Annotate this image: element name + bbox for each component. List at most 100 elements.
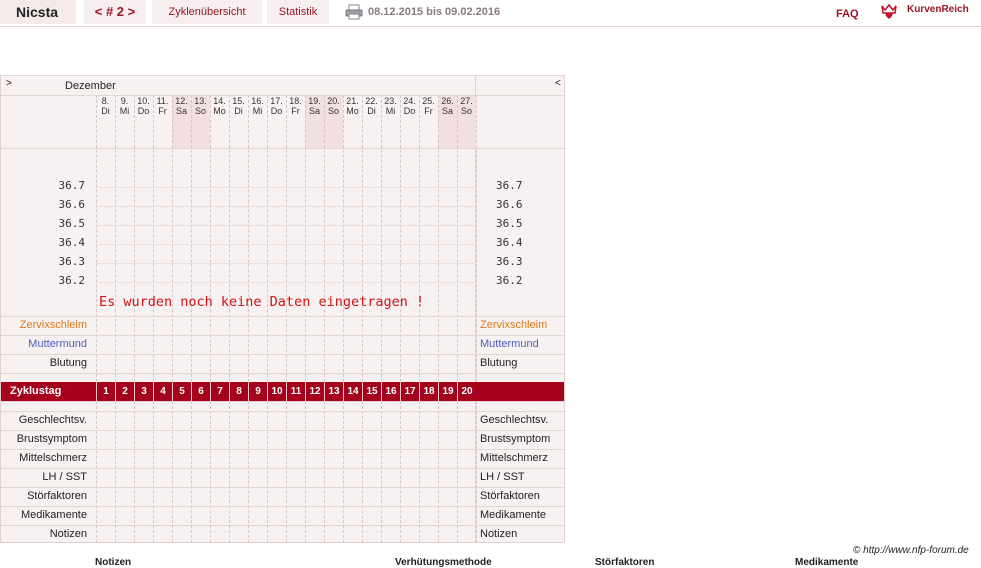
day-header[interactable]: 26. Sa [438, 96, 457, 116]
day-header[interactable]: 8. Di [96, 96, 115, 116]
row-divider [1, 430, 564, 431]
day-number: 16. [251, 96, 264, 106]
zyklustag-cell[interactable]: 13 [324, 382, 343, 401]
day-divider [248, 401, 249, 542]
zyklustag-cell[interactable]: 11 [286, 382, 305, 401]
row-label-left[interactable]: Brustsymptom [1, 433, 87, 445]
row-label-left[interactable]: Mittelschmerz [1, 452, 87, 464]
date-range: 08.12.2015 bis 09.02.2016 [368, 6, 501, 18]
row-divider [1, 373, 564, 374]
zyklustag-cell[interactable]: 6 [191, 382, 210, 401]
row-label-left[interactable]: LH / SST [1, 471, 87, 483]
weekday: Sa [175, 106, 187, 116]
row-label-left[interactable]: Blutung [1, 357, 87, 369]
row-label-left[interactable]: Störfaktoren [1, 490, 87, 502]
row-label-left[interactable]: Geschlechtsv. [1, 414, 87, 426]
weekday: Do [403, 106, 416, 116]
day-header[interactable]: 9. Mi [115, 96, 134, 116]
day-header[interactable]: 12. Sa [172, 96, 191, 116]
day-header[interactable]: 17. Do [267, 96, 286, 116]
day-header[interactable]: 16. Mi [248, 96, 267, 116]
day-divider [305, 95, 306, 382]
day-header[interactable]: 21. Mo [343, 96, 362, 116]
day-header[interactable]: 24. Do [400, 96, 419, 116]
day-divider [96, 401, 97, 542]
row-label-left[interactable]: Medikamente [1, 509, 87, 521]
day-header[interactable]: 11. Fr [153, 96, 172, 116]
row-divider [1, 335, 564, 336]
zyklustag-cell[interactable]: 17 [400, 382, 419, 401]
row-label-left[interactable]: Zervixschleim [1, 319, 87, 331]
day-header[interactable]: 25. Fr [419, 96, 438, 116]
tab-zyklenuebersicht[interactable]: Zyklenübersicht [152, 0, 262, 24]
zyklustag-cell[interactable]: 19 [438, 382, 457, 401]
row-label-right[interactable]: Zervixschleim [480, 319, 547, 331]
zyklustag-cell[interactable]: 8 [229, 382, 248, 401]
day-divider [153, 95, 154, 382]
zyklustag-cell[interactable]: 14 [343, 382, 362, 401]
day-divider [115, 401, 116, 542]
day-divider [438, 95, 439, 382]
day-divider [362, 95, 363, 382]
day-header[interactable]: 19. Sa [305, 96, 324, 116]
day-header[interactable]: 20. So [324, 96, 343, 116]
faq-link[interactable]: FAQ [836, 2, 859, 26]
row-label-right[interactable]: Notizen [480, 528, 517, 540]
zyklustag-cell[interactable]: 20 [457, 382, 476, 401]
day-number: 17. [270, 96, 283, 106]
day-divider [419, 95, 420, 382]
crown-heart-icon[interactable] [880, 2, 898, 20]
row-label-right[interactable]: Geschlechtsv. [480, 414, 548, 426]
zyklustag-cell[interactable]: 12 [305, 382, 324, 401]
zyklustag-cell[interactable]: 4 [153, 382, 172, 401]
zyklustag-cell[interactable]: 1 [96, 382, 115, 401]
copyright[interactable]: © http://www.nfp-forum.de [853, 545, 969, 556]
day-header[interactable]: 22. Di [362, 96, 381, 116]
zyklustag-cell[interactable]: 7 [210, 382, 229, 401]
day-header[interactable]: 18. Fr [286, 96, 305, 116]
row-divider [1, 316, 564, 317]
weekday: So [194, 106, 206, 116]
next-button[interactable]: < [555, 78, 561, 89]
row-label-right[interactable]: Muttermund [480, 338, 539, 350]
day-header[interactable]: 10. Do [134, 96, 153, 116]
row-label-right[interactable]: Mittelschmerz [480, 452, 548, 464]
day-header[interactable]: 27. So [457, 96, 476, 116]
day-divider [191, 95, 192, 382]
row-divider [1, 487, 564, 488]
zyklustag-cell[interactable]: 18 [419, 382, 438, 401]
day-header[interactable]: 14. Mo [210, 96, 229, 116]
row-label-right[interactable]: Blutung [480, 357, 517, 369]
zyklustag-cell[interactable]: 5 [172, 382, 191, 401]
zyklustag-cell[interactable]: 10 [267, 382, 286, 401]
zyklustag-cell[interactable]: 15 [362, 382, 381, 401]
row-label-left[interactable]: Notizen [1, 528, 87, 540]
row-label-right[interactable]: LH / SST [480, 471, 525, 483]
printer-icon[interactable] [345, 4, 363, 20]
row-label-left[interactable]: Muttermund [1, 338, 87, 350]
weekday: Mi [385, 106, 396, 116]
brand-name[interactable]: KurvenReich [907, 0, 969, 22]
weekday: Sa [441, 106, 453, 116]
row-label-right[interactable]: Medikamente [480, 509, 546, 521]
day-header[interactable]: 23. Mi [381, 96, 400, 116]
temp-label-right: 36.6 [496, 198, 523, 211]
user-name[interactable]: Nicsta [0, 0, 76, 24]
day-header[interactable]: 15. Di [229, 96, 248, 116]
row-label-right[interactable]: Störfaktoren [480, 490, 540, 502]
zyklustag-cell[interactable]: 3 [134, 382, 153, 401]
prev-button[interactable]: > [6, 78, 12, 89]
day-divider [96, 95, 97, 382]
day-divider [267, 401, 268, 542]
cycle-chart: > < Dezember 8. Di 9. Mi 10. Do 11. Fr 12. Sa 13. S… [0, 75, 565, 543]
day-header[interactable]: 13. So [191, 96, 210, 116]
row-label-right[interactable]: Brustsymptom [480, 433, 550, 445]
zyklustag-cell[interactable]: 2 [115, 382, 134, 401]
day-number: 11. [156, 96, 169, 106]
temp-gridline [96, 225, 476, 226]
cycle-navigation[interactable]: < # 2 > [84, 0, 146, 24]
zyklustag-cell[interactable]: 16 [381, 382, 400, 401]
row-divider [1, 506, 564, 507]
tab-statistik[interactable]: Statistik [267, 0, 329, 24]
zyklustag-cell[interactable]: 9 [248, 382, 267, 401]
